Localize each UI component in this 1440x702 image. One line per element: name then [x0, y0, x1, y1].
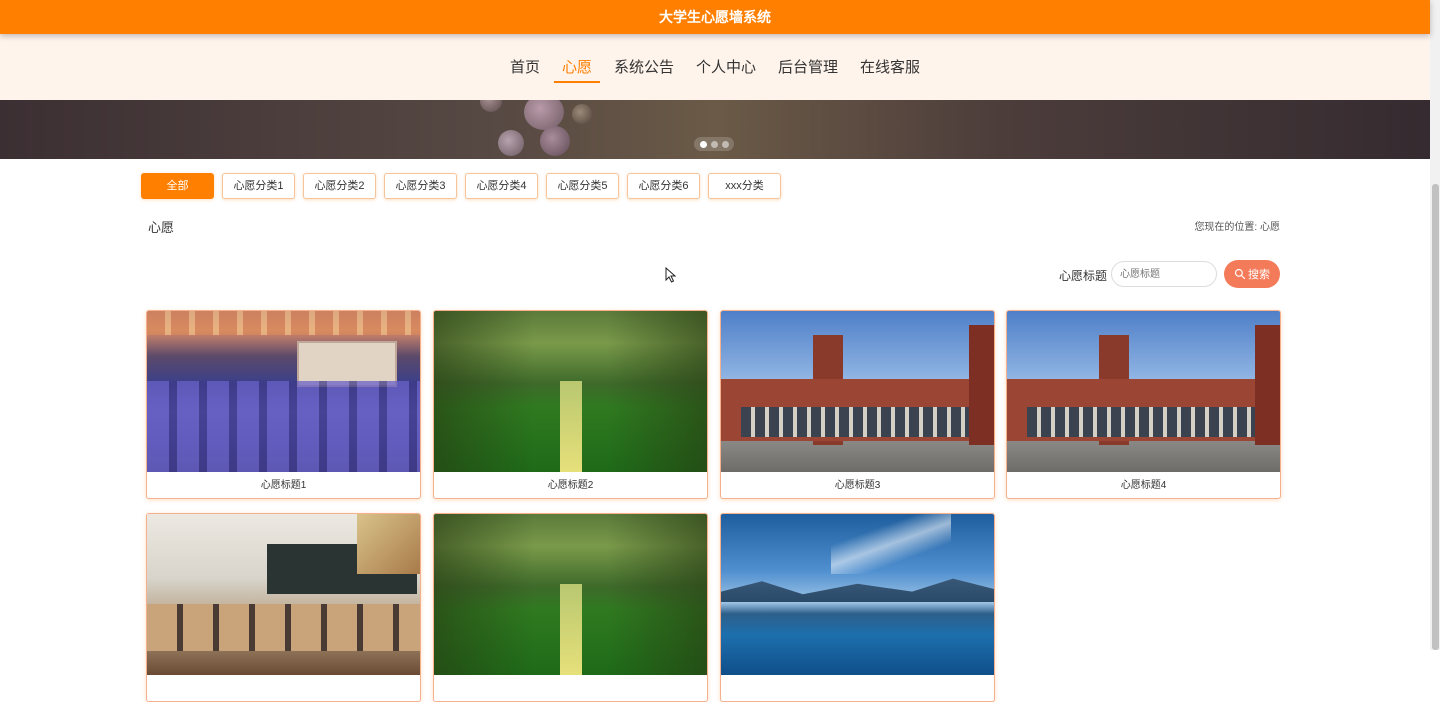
- category-button[interactable]: 心愿分类3: [384, 173, 457, 199]
- breadcrumb-current[interactable]: 心愿: [1260, 222, 1280, 233]
- breadcrumb-prefix: 您现在的位置:: [1194, 222, 1258, 233]
- wish-card[interactable]: [720, 513, 995, 702]
- category-button[interactable]: 心愿分类2: [303, 173, 376, 199]
- app-title: 大学生心愿墙系统: [659, 9, 771, 25]
- wish-card[interactable]: [146, 513, 421, 702]
- category-button[interactable]: 心愿分类5: [546, 173, 619, 199]
- wish-title[interactable]: 心愿标题4: [1007, 473, 1280, 498]
- wish-card[interactable]: [433, 513, 708, 702]
- category-filter: 全部 心愿分类1 心愿分类2 心愿分类3 心愿分类4 心愿分类5 心愿分类6 x…: [141, 173, 781, 199]
- category-all-button[interactable]: 全部: [141, 173, 214, 199]
- nav-item-support[interactable]: 在线客服: [852, 53, 928, 83]
- wish-image-tree-lined-road: [434, 514, 707, 675]
- wish-image-classroom: [147, 514, 420, 675]
- wish-image-lake-mountains: [721, 514, 994, 675]
- section-title: 心愿: [148, 220, 175, 235]
- nav-item-admin[interactable]: 后台管理: [770, 53, 846, 83]
- banner-carousel[interactable]: [0, 100, 1430, 159]
- category-button[interactable]: 心愿分类1: [222, 173, 295, 199]
- mouse-cursor-icon: [665, 267, 677, 283]
- wish-image-campus-building: [721, 311, 994, 472]
- main-navigation: 首页 心愿 系统公告 个人中心 后台管理 在线客服: [0, 34, 1430, 100]
- category-button[interactable]: 心愿分类4: [465, 173, 538, 199]
- search-button[interactable]: 搜索: [1224, 260, 1280, 288]
- wish-image-campus-building: [1007, 311, 1280, 472]
- search-icon: [1234, 268, 1246, 280]
- wish-title[interactable]: 心愿标题2: [434, 473, 707, 498]
- carousel-dot[interactable]: [721, 140, 729, 148]
- category-button[interactable]: 心愿分类6: [627, 173, 700, 199]
- breadcrumb: 您现在的位置: 心愿: [1194, 218, 1280, 233]
- nav-item-home[interactable]: 首页: [502, 53, 548, 83]
- banner-flower-decoration: [498, 130, 524, 156]
- wish-card[interactable]: 心愿标题3: [720, 310, 995, 499]
- search-label: 心愿标题: [1059, 269, 1108, 283]
- banner-flower-decoration: [572, 104, 592, 124]
- wish-title[interactable]: [147, 676, 420, 701]
- wish-card[interactable]: 心愿标题4: [1006, 310, 1281, 499]
- carousel-dot[interactable]: [710, 140, 718, 148]
- nav-item-profile[interactable]: 个人中心: [688, 53, 764, 83]
- wish-title[interactable]: [434, 676, 707, 701]
- banner-flower-decoration: [480, 100, 502, 112]
- wish-title[interactable]: [721, 676, 994, 701]
- wish-title[interactable]: 心愿标题3: [721, 473, 994, 498]
- carousel-dot[interactable]: [699, 140, 707, 148]
- page-scrollbar-thumb[interactable]: [1432, 184, 1439, 650]
- category-button[interactable]: xxx分类: [708, 173, 781, 199]
- nav-item-announcements[interactable]: 系统公告: [606, 53, 682, 83]
- wish-image-lecture-hall: [147, 311, 420, 472]
- carousel-indicators: [694, 137, 734, 151]
- wish-card[interactable]: 心愿标题1: [146, 310, 421, 499]
- banner-flower-decoration: [540, 126, 570, 156]
- app-title-bar: 大学生心愿墙系统: [0, 0, 1430, 34]
- wish-image-tree-lined-road: [434, 311, 707, 472]
- wish-title[interactable]: 心愿标题1: [147, 473, 420, 498]
- search-button-label: 搜索: [1248, 269, 1270, 281]
- search-input[interactable]: [1111, 261, 1217, 287]
- wish-card[interactable]: 心愿标题2: [433, 310, 708, 499]
- nav-item-wishes[interactable]: 心愿: [553, 53, 600, 83]
